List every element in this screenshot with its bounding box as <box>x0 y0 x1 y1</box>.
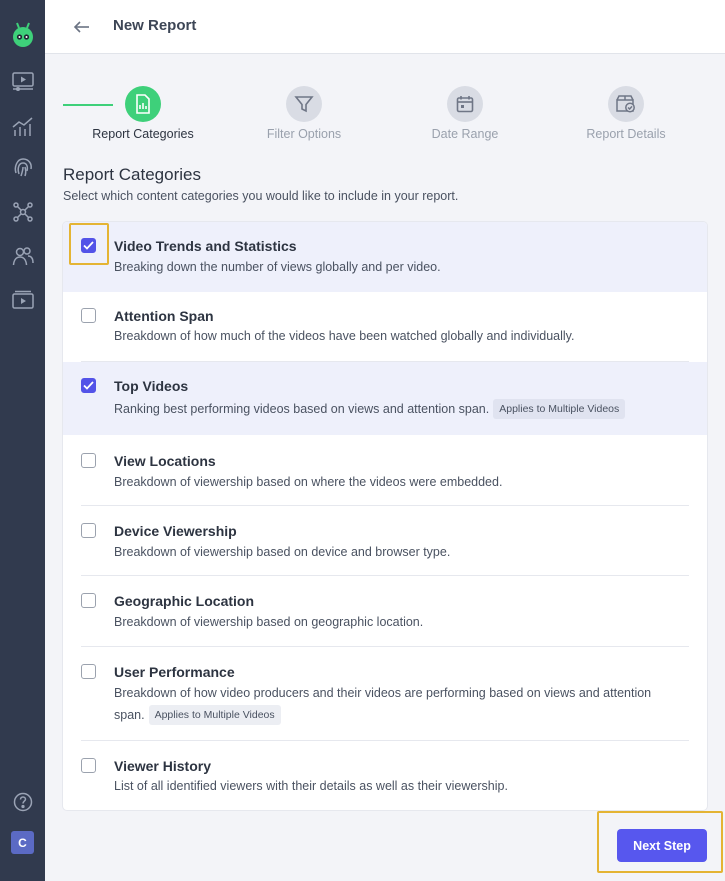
category-title: Viewer History <box>114 758 212 774</box>
category-title: Attention Span <box>114 308 214 324</box>
category-title: View Locations <box>114 453 216 469</box>
category-checkbox[interactable] <box>81 453 96 468</box>
sidebar: C <box>0 0 45 881</box>
category-checkbox[interactable] <box>81 758 96 773</box>
category-title: Device Viewership <box>114 523 237 539</box>
category-title: User Performance <box>114 664 235 680</box>
next-step-button[interactable]: Next Step <box>617 829 707 862</box>
category-checkbox[interactable] <box>81 664 96 679</box>
category-attention-span[interactable]: Attention Span Breakdown of how much of … <box>63 292 707 362</box>
report-details-icon <box>608 86 644 122</box>
category-checkbox[interactable] <box>81 238 96 253</box>
category-geographic-location[interactable]: Geographic Location Breakdown of viewers… <box>63 576 707 647</box>
category-description: Breakdown of how video producers and the… <box>114 682 684 726</box>
category-description: List of all identified viewers with thei… <box>114 779 508 793</box>
step-label: Filter Options <box>266 127 342 141</box>
user-avatar[interactable]: C <box>11 831 34 854</box>
step-label: Date Range <box>431 127 499 141</box>
step-date-range[interactable]: Date Range <box>390 86 540 141</box>
category-checkbox[interactable] <box>81 378 96 393</box>
step-filter-options[interactable]: Filter Options <box>229 86 379 141</box>
progress-stepper: Report Categories Filter Options Date Ra… <box>63 86 708 146</box>
page-title: New Report <box>113 17 197 34</box>
category-title: Geographic Location <box>114 593 255 609</box>
category-checkbox[interactable] <box>81 308 96 323</box>
category-description: Breakdown of viewership based on geograp… <box>114 615 424 629</box>
category-description: Breakdown of viewership based on device … <box>114 545 451 559</box>
category-video-trends[interactable]: Video Trends and Statistics Breaking dow… <box>63 222 707 292</box>
category-title: Top Videos <box>114 378 189 394</box>
category-checkbox[interactable] <box>81 593 96 608</box>
users-icon[interactable] <box>10 243 35 268</box>
category-description: Breaking down the number of views global… <box>114 260 441 274</box>
category-user-performance[interactable]: User Performance Breakdown of how video … <box>63 647 707 741</box>
section-title: Report Categories <box>63 165 201 184</box>
category-top-videos[interactable]: Top Videos Ranking best performing video… <box>63 362 707 435</box>
fingerprint-icon[interactable] <box>10 154 35 179</box>
multi-video-badge: Applies to Multiple Videos <box>148 705 281 725</box>
analytics-chart-icon[interactable] <box>10 113 35 138</box>
category-title: Video Trends and Statistics <box>114 238 297 254</box>
category-device-viewership[interactable]: Device Viewership Breakdown of viewershi… <box>63 506 707 576</box>
back-arrow-icon[interactable] <box>71 16 93 38</box>
calendar-icon <box>447 86 483 122</box>
multi-video-badge: Applies to Multiple Videos <box>493 399 626 419</box>
category-view-locations[interactable]: View Locations Breakdown of viewership b… <box>63 435 707 506</box>
robot-logo-icon[interactable] <box>10 20 36 48</box>
top-bar: New Report <box>45 0 725 54</box>
category-description: Ranking best performing videos based on … <box>114 398 684 420</box>
help-circle-icon[interactable] <box>10 789 35 814</box>
video-library-icon[interactable] <box>10 287 35 312</box>
step-report-categories[interactable]: Report Categories <box>68 86 218 141</box>
step-label: Report Categories <box>92 127 194 141</box>
category-description: Breakdown of viewership based on where t… <box>114 475 503 489</box>
category-list: Video Trends and Statistics Breaking dow… <box>63 222 707 810</box>
category-checkbox[interactable] <box>81 523 96 538</box>
network-nodes-icon[interactable] <box>10 199 35 224</box>
section-subtitle: Select which content categories you woul… <box>63 189 459 203</box>
step-report-details[interactable]: Report Details <box>551 86 701 141</box>
category-description: Breakdown of how much of the videos have… <box>114 329 575 343</box>
step-label: Report Details <box>586 127 666 141</box>
report-document-icon <box>125 86 161 122</box>
category-viewer-history[interactable]: Viewer History List of all identified vi… <box>63 741 707 810</box>
filter-funnel-icon <box>286 86 322 122</box>
video-player-icon[interactable] <box>10 68 35 93</box>
